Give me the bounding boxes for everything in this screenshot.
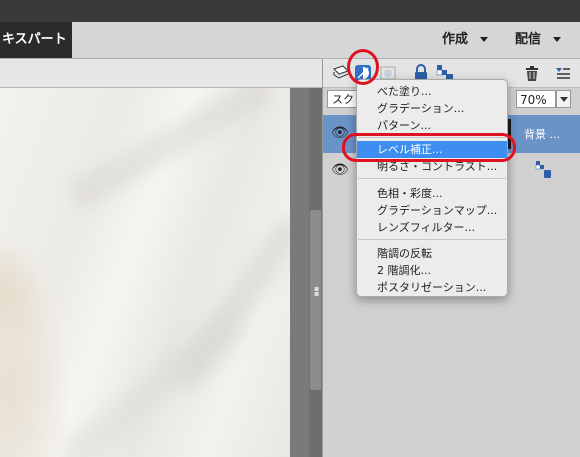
- menu-item-hue-saturation[interactable]: 色相・彩度...: [357, 185, 507, 202]
- menu-item-solid-color[interactable]: べた塗り...: [357, 83, 507, 100]
- menu-item-gradient-map[interactable]: グラデーションマップ...: [357, 202, 507, 219]
- splitter-grip-icon: ▪ ▪: [314, 284, 320, 298]
- opacity-dropdown-button[interactable]: [556, 90, 571, 108]
- menu-item-photo-filter[interactable]: レンズフィルター...: [357, 219, 507, 236]
- document-photo[interactable]: [0, 88, 290, 457]
- opacity-field[interactable]: 70%: [516, 90, 556, 108]
- menu-item-pattern[interactable]: パターン...: [357, 117, 507, 134]
- document-tab-strip: [0, 59, 322, 88]
- fabric-fold: [56, 310, 244, 457]
- menu-separator: [358, 178, 506, 179]
- panel-splitter[interactable]: [310, 210, 321, 390]
- annotation-highlight: [342, 133, 516, 162]
- create-label: 作成: [442, 32, 469, 47]
- menu-separator: [358, 239, 506, 240]
- chevron-down-icon: [480, 37, 489, 42]
- share-label: 配信: [515, 32, 542, 47]
- share-button[interactable]: 配信: [515, 22, 562, 58]
- menu-item-invert[interactable]: 階調の反転: [357, 245, 507, 262]
- trash-icon[interactable]: [522, 63, 542, 83]
- app-header: キスパート 作成 配信: [0, 22, 580, 59]
- create-button[interactable]: 作成: [442, 22, 489, 58]
- eye-icon[interactable]: 👁: [331, 162, 349, 178]
- panel-menu-icon[interactable]: [553, 63, 573, 83]
- menu-item-posterize[interactable]: ポスタリゼーション...: [357, 279, 507, 296]
- fabric-fold: [67, 88, 273, 211]
- title-strip: [0, 0, 580, 22]
- menu-item-threshold[interactable]: 2 階調化...: [357, 262, 507, 279]
- menu-item-gradient[interactable]: グラデーション...: [357, 100, 507, 117]
- adjustment-layer-menu: べた塗り... グラデーション... パターン... レベル補正... 明るさ・…: [356, 79, 508, 297]
- chevron-down-icon: [553, 37, 562, 42]
- layer-name: 背景 ...: [524, 128, 560, 141]
- annotation-circle: [347, 49, 379, 85]
- expert-mode-tab[interactable]: キスパート: [0, 22, 72, 58]
- layer-lock-icon: [535, 161, 551, 178]
